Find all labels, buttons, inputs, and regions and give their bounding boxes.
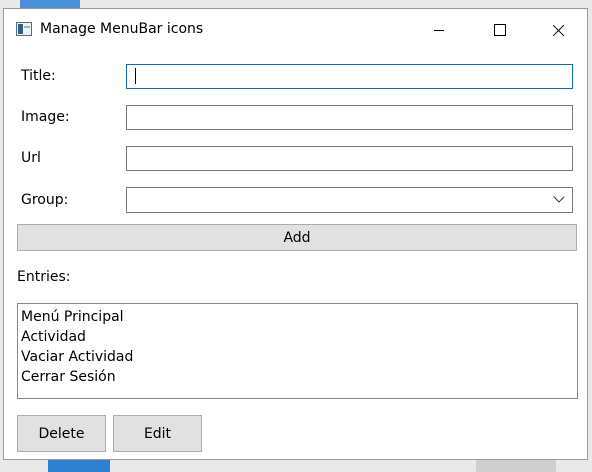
group-label: Group: <box>21 192 69 208</box>
image-label: Image: <box>21 109 70 125</box>
url-input[interactable] <box>126 146 573 171</box>
entries-label: Entries: <box>17 269 71 285</box>
background-window-fragment <box>20 0 80 8</box>
chevron-down-icon <box>553 191 565 203</box>
title-input[interactable] <box>126 64 573 89</box>
title-label: Title: <box>21 68 56 84</box>
window-title: Manage MenuBar icons <box>40 21 204 37</box>
title-bar[interactable]: Manage MenuBar icons <box>4 9 587 51</box>
delete-button[interactable]: Delete <box>17 415 106 452</box>
list-item[interactable]: Menú Principal <box>20 307 575 327</box>
text-caret <box>135 68 136 84</box>
url-label: Url <box>21 150 41 166</box>
list-item[interactable]: Vaciar Actividad <box>20 347 575 367</box>
list-item[interactable]: Cerrar Sesión <box>20 367 575 387</box>
close-icon[interactable] <box>535 15 581 45</box>
group-select[interactable] <box>126 187 573 213</box>
window-app-icon <box>16 22 32 36</box>
image-input[interactable] <box>126 105 573 130</box>
entries-list[interactable]: Menú Principal Actividad Vaciar Activida… <box>17 303 578 399</box>
manage-menubar-dialog: Manage MenuBar icons Title: Image: Url G… <box>3 8 588 460</box>
minimize-icon[interactable] <box>417 15 463 45</box>
add-button[interactable]: Add <box>17 224 577 251</box>
list-item[interactable]: Actividad <box>20 327 575 347</box>
edit-button[interactable]: Edit <box>113 415 202 452</box>
maximize-icon[interactable] <box>476 15 522 45</box>
